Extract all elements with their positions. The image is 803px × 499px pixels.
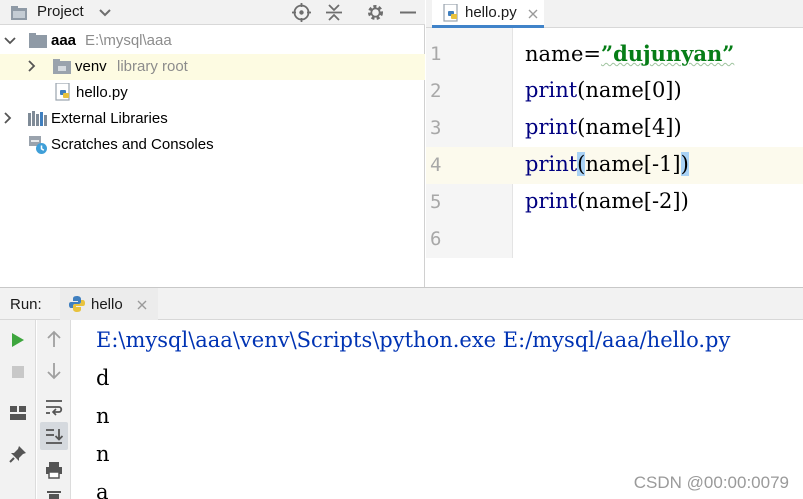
project-view-icon: [11, 6, 27, 20]
console-output-line: n: [96, 404, 110, 428]
tree-item-path: E:\mysql\aaa: [85, 32, 172, 49]
tree-item-label: venv: [75, 58, 107, 75]
close-icon[interactable]: [528, 9, 538, 19]
arrow-up-icon[interactable]: [47, 330, 61, 348]
close-icon[interactable]: [137, 300, 147, 310]
tree-item-label: hello.py: [76, 84, 128, 101]
editor-text-area[interactable]: 1 name=”dujunyan” 2 print(name[0]) 3 pri…: [426, 28, 803, 287]
line-number: 5: [430, 191, 442, 213]
project-header: Project: [0, 0, 425, 25]
chevron-down-icon[interactable]: [4, 37, 16, 45]
line-number: 4: [430, 154, 442, 176]
tree-item-external-libraries[interactable]: External Libraries: [0, 106, 425, 132]
stop-icon[interactable]: [11, 365, 25, 379]
project-view-title[interactable]: Project: [37, 3, 84, 20]
gear-icon[interactable]: [366, 3, 385, 22]
editor-tab-hello-py[interactable]: hello.py: [432, 0, 544, 28]
scroll-to-end-button[interactable]: [40, 422, 68, 450]
python-file-icon: [443, 4, 458, 22]
code-text: print(name[4]): [525, 115, 682, 139]
line-number: 6: [430, 228, 442, 250]
tree-item-label: aaa: [51, 32, 77, 49]
line-number: 1: [430, 43, 442, 65]
code-line[interactable]: 1 name=”dujunyan”: [426, 36, 803, 73]
print-icon[interactable]: [45, 461, 63, 479]
code-text: print(name[0]): [525, 78, 682, 102]
chevron-right-icon[interactable]: [28, 60, 36, 72]
tree-item-hello-py[interactable]: hello.py: [0, 80, 425, 106]
code-line-current[interactable]: 4 print(name[-1]): [426, 147, 803, 184]
console-output-line: a: [96, 480, 109, 499]
tree-item-label: Scratches and Consoles: [51, 136, 214, 153]
pin-icon[interactable]: [9, 445, 27, 463]
python-file-icon: [55, 83, 70, 101]
console-output-line: n: [96, 442, 110, 466]
arrow-down-icon[interactable]: [47, 362, 61, 380]
layout-icon[interactable]: [9, 405, 27, 421]
editor-tab-label: hello.py: [465, 4, 517, 21]
soft-wrap-icon[interactable]: [45, 398, 63, 416]
code-text: print(name[-1]): [525, 152, 689, 176]
locate-file-icon[interactable]: [292, 3, 311, 22]
tree-item-aaa[interactable]: aaa E:\mysql\aaa: [0, 28, 425, 54]
library-icon: [28, 111, 47, 126]
project-tool-window: Project aaa E:\mysql\aaa venv library ro…: [0, 0, 425, 287]
code-line[interactable]: 3 print(name[4]): [426, 110, 803, 147]
string-literal: ”dujunyan”: [600, 41, 735, 66]
run-toolbar-secondary: [37, 320, 71, 499]
run-tab-label: hello: [91, 296, 123, 313]
tree-item-hint: library root: [117, 58, 188, 75]
brace-highlight: ): [680, 152, 689, 176]
code-line[interactable]: 6: [426, 221, 803, 258]
folder-icon: [53, 59, 71, 74]
code-text: name=”dujunyan”: [525, 41, 735, 66]
trash-icon[interactable]: [46, 490, 62, 499]
rerun-icon[interactable]: [11, 332, 25, 348]
line-number: 3: [430, 117, 442, 139]
collapse-all-icon[interactable]: [325, 3, 343, 22]
python-icon: [69, 296, 85, 312]
code-line[interactable]: 2 print(name[0]): [426, 73, 803, 110]
code-editor[interactable]: hello.py 1 name=”dujunyan” 2 print(name[…: [426, 0, 803, 287]
tree-item-venv[interactable]: venv library root: [0, 54, 425, 80]
run-label: Run:: [10, 296, 42, 313]
tree-item-label: External Libraries: [51, 110, 168, 127]
chevron-down-icon[interactable]: [99, 9, 111, 17]
run-tool-window: Run: hello E:\mysql\aaa\venv\Scripts\pyt…: [0, 287, 803, 499]
code-line[interactable]: 5 print(name[-2]): [426, 184, 803, 221]
code-text: print(name[-2]): [525, 189, 689, 213]
console-output-line: d: [96, 366, 110, 390]
scroll-to-end-icon: [46, 429, 63, 444]
console-command-line: E:\mysql\aaa\venv\Scripts\python.exe E:/…: [96, 328, 731, 352]
line-number: 2: [430, 80, 442, 102]
tree-item-scratches[interactable]: Scratches and Consoles: [0, 132, 425, 158]
run-toolbar-primary: [0, 320, 36, 499]
run-tab-hello[interactable]: hello: [60, 288, 158, 320]
chevron-right-icon[interactable]: [4, 112, 12, 124]
run-header: Run: hello: [0, 288, 803, 320]
watermark: CSDN @00:00:0079: [633, 473, 789, 492]
folder-icon: [29, 33, 47, 48]
hide-panel-icon[interactable]: [399, 3, 417, 22]
scratches-icon: [29, 136, 47, 154]
editor-tab-bar: hello.py: [426, 0, 803, 28]
